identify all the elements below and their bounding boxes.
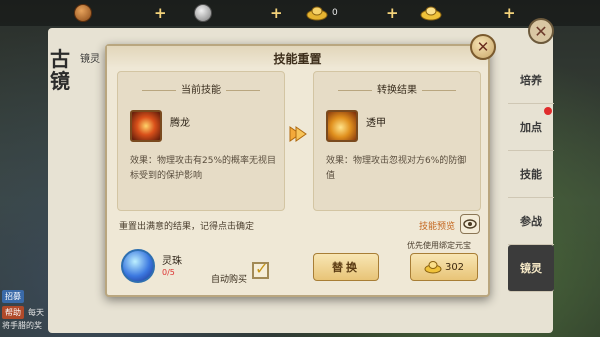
panel-top-tab[interactable]: 镜灵 — [80, 50, 100, 65]
current-skill-box: 当前技能 腾龙 效果：物理攻击有25%的概率无视目标受到的保护影响 — [117, 71, 285, 211]
current-skill-name: 腾龙 — [170, 118, 190, 129]
soaring-dragon-skill-icon[interactable] — [130, 110, 162, 142]
gold-ingot-icon — [420, 6, 442, 21]
copper-coin-icon — [74, 4, 92, 22]
tab-skills[interactable]: 技能 — [508, 151, 554, 198]
current-skill-header: 当前技能 — [118, 81, 284, 96]
current-skill-description: 效果：物理攻击有25%的概率无视目标受到的保护影响 — [130, 156, 277, 181]
resource-gold-ingot-add[interactable]: + — [386, 3, 399, 23]
resource-gold-ingot: 0 — [306, 3, 338, 23]
skill-reset-dialog: 技能重置 当前技能 腾龙 效果：物理攻击有25%的概率无视目标受到的保护影响 转… — [105, 44, 490, 297]
resource-bound-ingot-add[interactable]: + — [503, 3, 516, 23]
skill-preview-button[interactable] — [460, 214, 480, 234]
eye-icon — [463, 219, 477, 229]
plus-icon[interactable]: + — [154, 4, 167, 22]
gold-ingot-icon — [306, 6, 328, 21]
skill-preview-link[interactable]: 技能预览 — [419, 219, 455, 232]
reset-cost-button[interactable]: 302 — [410, 253, 478, 281]
spirit-pearl-icon[interactable] — [121, 249, 155, 283]
resource-copper-add[interactable]: + — [154, 3, 167, 23]
resource-bar: + + 0 + + — [0, 0, 600, 26]
notification-dot — [544, 107, 552, 115]
tab-cultivate[interactable]: 培养 — [508, 57, 554, 104]
dialog-close-button[interactable]: ✕ — [470, 34, 496, 60]
chat-text: 每天 — [28, 308, 44, 317]
resource-silver-add[interactable]: + — [270, 3, 283, 23]
tab-mirror-spirit[interactable]: 镜灵 — [508, 245, 554, 292]
result-skill-description: 效果：物理攻击忽视对方6%的防御值 — [326, 156, 467, 181]
result-skill-header-text: 转换结果 — [377, 85, 417, 96]
resource-bound-ingot — [420, 3, 442, 23]
replace-button[interactable]: 替换 — [313, 253, 379, 281]
chat-text: 将手腊的奖 — [2, 321, 42, 330]
plus-icon[interactable]: + — [270, 4, 283, 22]
result-skill-header: 转换结果 — [314, 81, 480, 96]
silver-coin-icon — [194, 4, 212, 22]
result-skill-box: 转换结果 透甲 效果：物理攻击忽视对方6%的防御值 — [313, 71, 481, 211]
result-skill-name: 透甲 — [366, 118, 386, 129]
dialog-title: 技能重置 — [273, 52, 322, 66]
tab-battle[interactable]: 参战 — [508, 198, 554, 245]
chat-tag-help[interactable]: 帮助 — [2, 306, 24, 319]
gold-ingot-icon — [424, 261, 442, 274]
armor-pierce-skill-icon[interactable] — [326, 110, 358, 142]
plus-icon[interactable]: + — [386, 4, 399, 22]
item-count: 0/5 — [162, 268, 175, 277]
gold-ingot-value: 0 — [332, 8, 338, 18]
resource-silver — [194, 3, 212, 23]
plus-icon[interactable]: + — [503, 4, 516, 22]
panel-close-button[interactable]: ✕ — [528, 18, 554, 44]
current-skill-header-text: 当前技能 — [181, 85, 221, 96]
panel-title: 古镜 — [50, 47, 70, 93]
chat-strip[interactable]: 招募 帮助 每天 将手腊的奖 — [0, 250, 48, 337]
arrow-right-icon — [289, 126, 307, 142]
reset-cost-value: 302 — [444, 261, 465, 273]
item-name: 灵珠 — [162, 256, 182, 267]
chat-tag-recruit[interactable]: 招募 — [2, 290, 24, 303]
reset-hint: 重置出满意的结果，记得点击确定 — [119, 222, 255, 232]
auto-buy-checkbox[interactable]: ✓ — [252, 259, 269, 279]
resource-copper — [74, 3, 92, 23]
side-tab-list: 培养 加点 技能 参战 镜灵 — [508, 57, 554, 292]
checkmark-icon: ✓ — [255, 259, 269, 278]
prefer-bound-ingot-label: 优先使用绑定元宝 — [407, 241, 471, 250]
auto-buy-label: 自动购买 — [211, 275, 248, 285]
